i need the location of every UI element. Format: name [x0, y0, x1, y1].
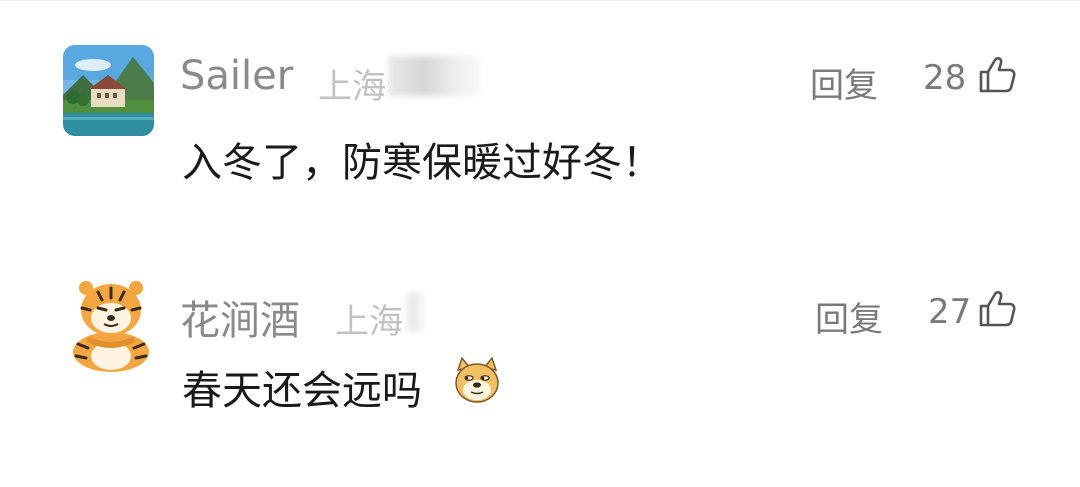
reply-button[interactable]: 回复: [810, 58, 878, 107]
comment-text: 入冬了，防寒保暖过好冬！: [182, 140, 662, 186]
redacted-blur: [388, 56, 480, 96]
like-count: 27: [928, 292, 972, 332]
avatar[interactable]: [68, 278, 154, 374]
tiger-avatar-icon: [68, 278, 154, 374]
reply-button[interactable]: 回复: [815, 292, 883, 341]
location-label: 上海: [318, 67, 386, 107]
landscape-castle-avatar-icon: [63, 45, 154, 136]
comment-item: Sailer 上海 回复 28 入冬了，防寒保暖过好冬！: [0, 0, 1080, 240]
location-label: 上海: [335, 302, 403, 342]
doge-emoji-icon: [455, 356, 499, 403]
avatar[interactable]: [63, 45, 154, 136]
like-count: 28: [923, 58, 967, 98]
author-name[interactable]: 花涧酒: [180, 288, 300, 346]
redacted-blur: [406, 292, 426, 332]
thumbs-up-icon[interactable]: [978, 290, 1016, 328]
author-name[interactable]: Sailer: [180, 53, 293, 99]
comment-text: 春天还会远吗: [182, 368, 422, 414]
thumbs-up-icon[interactable]: [978, 56, 1016, 94]
comment-item: 花涧酒 上海 回复 27 春天还会远吗: [0, 240, 1080, 487]
